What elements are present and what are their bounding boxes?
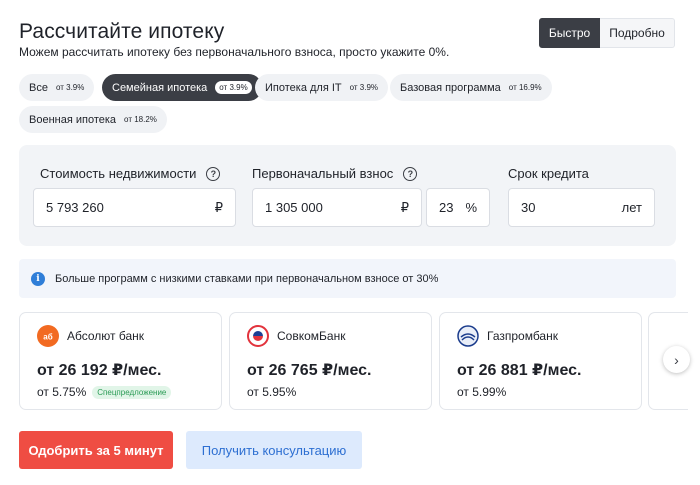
down-payment-percent: 23 — [439, 200, 454, 215]
bank-payment: от 26 881 ₽/мес. — [457, 362, 582, 379]
term-value: 30 — [521, 200, 536, 215]
calculator-panel: Стоимость недвижимости ? 5 793 260 ₽ Пер… — [19, 145, 676, 246]
bank-rate: от 5.95% — [247, 385, 297, 399]
bank-card-sovcombank[interactable]: СовкомБанк от 26 765 ₽/мес. от 5.95% — [229, 312, 432, 410]
mode-detailed-button[interactable]: Подробно — [600, 18, 675, 48]
percent-unit: % — [465, 200, 477, 215]
bank-rate-row: от 5.95% — [247, 385, 296, 399]
bank-name: СовкомБанк — [277, 329, 346, 343]
sovcombank-logo-icon — [247, 325, 269, 347]
price-label-row: Стоимость недвижимости ? — [40, 166, 221, 181]
chevron-right-icon: › — [674, 351, 679, 368]
page-subtitle: Можем рассчитать ипотеку без первоначаль… — [19, 45, 450, 59]
info-icon: i — [31, 271, 45, 286]
program-chip-label: Все — [29, 81, 48, 94]
consultation-button[interactable]: Получить консультацию — [186, 431, 362, 469]
help-icon[interactable]: ? — [403, 166, 418, 181]
info-text: Больше программ с низкими ставками при п… — [55, 272, 439, 285]
bank-rate-row: от 5.75% Спецпредложение — [37, 385, 172, 399]
term-unit: лет — [621, 200, 642, 215]
program-chip-rate: от 16.9% — [508, 83, 542, 92]
program-chip-basic[interactable]: Базовая программа от 16.9% — [390, 74, 552, 101]
bank-rate: от 5.75% — [37, 385, 87, 399]
program-chip-label: Военная ипотека — [29, 113, 117, 126]
term-input[interactable]: 30 лет — [508, 188, 655, 227]
program-chip-label: Базовая программа — [400, 81, 501, 94]
svg-text:аб: аб — [43, 333, 52, 342]
price-value: 5 793 260 — [46, 200, 104, 215]
bank-payment: от 26 765 ₽/мес. — [247, 362, 372, 379]
approve-button[interactable]: Одобрить за 5 минут — [19, 431, 173, 469]
program-chip-rate: от 3.9% — [349, 83, 379, 92]
bank-rate-row: от 5.99% — [457, 385, 506, 399]
bank-header: аб Абсолют банк — [37, 325, 144, 347]
program-chip-rate: от 3.9% — [215, 81, 252, 94]
program-chip-military[interactable]: Военная ипотека от 18.2% — [19, 106, 167, 133]
program-chip-label: Семейная ипотека — [112, 81, 208, 94]
help-icon[interactable]: ? — [206, 166, 221, 181]
price-input[interactable]: 5 793 260 ₽ — [33, 188, 236, 227]
bank-payment: от 26 192 ₽/мес. — [37, 362, 162, 379]
ruble-unit: ₽ — [214, 199, 223, 215]
gazprombank-logo-icon — [457, 325, 479, 347]
bank-header: Газпромбанк — [457, 325, 558, 347]
program-chip-label: Ипотека для IT — [265, 81, 342, 94]
special-offer-badge: Спецпредложение — [92, 385, 172, 399]
down-payment-input[interactable]: 1 305 000 ₽ — [252, 188, 422, 227]
down-payment-percent-input[interactable]: 23 % — [426, 188, 490, 227]
info-banner: i Больше программ с низкими ставками при… — [19, 259, 676, 298]
term-label-row: Срок кредита — [508, 166, 589, 181]
page-title: Рассчитайте ипотеку — [19, 20, 225, 43]
carousel-next-button[interactable]: › — [663, 346, 690, 373]
bank-rate: от 5.99% — [457, 385, 507, 399]
bank-name: Газпромбанк — [487, 329, 558, 343]
program-chip-it[interactable]: Ипотека для IT от 3.9% — [255, 74, 389, 101]
program-chip-rate: от 3.9% — [55, 83, 85, 92]
down-payment-label-row: Первоначальный взнос ? — [252, 166, 418, 181]
bank-header: СовкомБанк — [247, 325, 345, 347]
program-chip-family[interactable]: Семейная ипотека от 3.9% — [102, 74, 262, 101]
down-payment-value: 1 305 000 — [265, 200, 323, 215]
mode-toggle: Быстро Подробно — [539, 18, 675, 48]
bank-card-absolut[interactable]: аб Абсолют банк от 26 192 ₽/мес. от 5.75… — [19, 312, 222, 410]
mode-quick-button[interactable]: Быстро — [539, 18, 600, 48]
program-chip-all[interactable]: Все от 3.9% — [19, 74, 95, 101]
term-label: Срок кредита — [508, 166, 589, 181]
program-chip-rate: от 18.2% — [124, 115, 157, 124]
price-label: Стоимость недвижимости — [40, 166, 197, 181]
absolut-bank-logo-icon: аб — [37, 325, 59, 347]
ruble-unit: ₽ — [400, 199, 409, 215]
down-payment-label: Первоначальный взнос — [252, 166, 394, 181]
bank-name: Абсолют банк — [67, 329, 145, 343]
bank-card-gazprombank[interactable]: Газпромбанк от 26 881 ₽/мес. от 5.99% — [439, 312, 642, 410]
